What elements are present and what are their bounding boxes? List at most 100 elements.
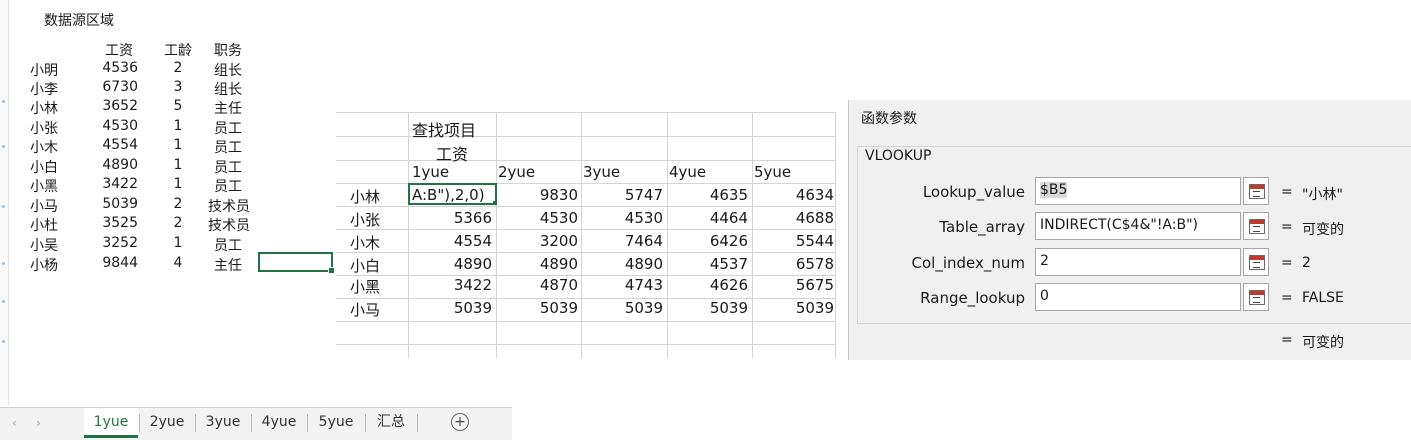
lookup-cell[interactable]: 5544 xyxy=(756,232,834,250)
month-header[interactable]: 5yue xyxy=(754,163,791,181)
source-role[interactable]: 主任 xyxy=(214,98,242,118)
next-sheet-icon[interactable]: › xyxy=(36,416,41,430)
source-salary[interactable]: 4554 xyxy=(96,137,138,153)
source-name[interactable]: 小木 xyxy=(30,137,58,157)
lookup-cell[interactable]: 4890 xyxy=(500,255,578,273)
source-name[interactable]: 小吴 xyxy=(30,235,58,255)
source-salary[interactable]: 4530 xyxy=(96,118,138,134)
lookup-row-name[interactable]: 小马 xyxy=(350,299,380,320)
month-header[interactable]: 1yue xyxy=(412,163,449,181)
source-name[interactable]: 小明 xyxy=(30,60,58,80)
lookup-cell[interactable]: 4537 xyxy=(670,255,748,273)
fill-handle[interactable] xyxy=(492,200,495,203)
lookup-cell[interactable]: 4464 xyxy=(670,209,748,227)
source-salary[interactable]: 4536 xyxy=(96,60,138,76)
source-role[interactable]: 员工 xyxy=(214,137,242,157)
source-salary[interactable]: 3252 xyxy=(96,235,138,251)
lookup-row-name[interactable]: 小木 xyxy=(350,232,380,253)
lookup-cell[interactable]: 5039 xyxy=(670,299,748,317)
tab-summary[interactable]: 汇总 xyxy=(366,408,416,437)
lookup-cell[interactable]: 4743 xyxy=(585,276,663,294)
lookup-cell[interactable]: 5675 xyxy=(756,276,834,294)
lookup-cell[interactable]: 4890 xyxy=(585,255,663,273)
lookup-cell[interactable]: 4634 xyxy=(756,186,834,204)
source-role[interactable]: 员工 xyxy=(214,176,242,196)
collapse-dialog-button[interactable] xyxy=(1243,177,1269,205)
lookup-cell[interactable]: 6578 xyxy=(756,255,834,273)
lookup-row-name[interactable]: 小林 xyxy=(350,186,380,207)
source-years[interactable]: 2 xyxy=(168,196,188,212)
tab-2yue[interactable]: 2yue xyxy=(140,408,194,437)
source-years[interactable]: 5 xyxy=(168,98,188,114)
source-role[interactable]: 员工 xyxy=(214,157,242,177)
source-years[interactable]: 1 xyxy=(168,118,188,134)
lookup-cell[interactable]: 4626 xyxy=(670,276,748,294)
lookup-cell[interactable]: 4688 xyxy=(756,209,834,227)
source-name[interactable]: 小张 xyxy=(30,118,58,138)
source-salary[interactable]: 4890 xyxy=(96,157,138,173)
lookup-label-line2[interactable]: 工资 xyxy=(436,141,468,165)
lookup-cell[interactable]: 4870 xyxy=(500,276,578,294)
lookup-cell[interactable]: 7464 xyxy=(585,232,663,250)
lookup-cell[interactable]: 5039 xyxy=(756,299,834,317)
lookup-cell[interactable]: 4554 xyxy=(414,232,492,250)
add-sheet-button[interactable]: + xyxy=(451,413,469,431)
source-name[interactable]: 小林 xyxy=(30,98,58,118)
lookup-cell[interactable]: 5747 xyxy=(585,186,663,204)
source-name[interactable]: 小杨 xyxy=(30,255,58,275)
lookup-cell[interactable]: 4635 xyxy=(670,186,748,204)
source-years[interactable]: 2 xyxy=(168,60,188,76)
active-cell-formula[interactable]: A:B"),2,0) xyxy=(408,183,497,205)
source-salary[interactable]: 9844 xyxy=(96,255,138,271)
source-salary[interactable]: 3422 xyxy=(96,176,138,192)
source-name[interactable]: 小白 xyxy=(30,157,58,177)
lookup-cell[interactable]: 5039 xyxy=(414,299,492,317)
source-years[interactable]: 1 xyxy=(168,137,188,153)
source-years[interactable]: 1 xyxy=(168,157,188,173)
source-name[interactable]: 小李 xyxy=(30,79,58,99)
range-lookup-input[interactable]: 0 xyxy=(1035,283,1241,311)
prev-sheet-icon[interactable]: ‹ xyxy=(12,416,17,430)
source-years[interactable]: 3 xyxy=(168,79,188,95)
lookup-row-name[interactable]: 小黑 xyxy=(350,276,380,297)
lookup-label-line1[interactable]: 查找项目 xyxy=(412,117,476,141)
source-role[interactable]: 技术员 xyxy=(208,215,250,235)
source-name[interactable]: 小黑 xyxy=(30,176,58,196)
lookup-cell[interactable]: 4890 xyxy=(414,255,492,273)
lookup-cell[interactable]: 9830 xyxy=(500,186,578,204)
source-salary[interactable]: 5039 xyxy=(96,196,138,212)
source-salary[interactable]: 3652 xyxy=(96,98,138,114)
month-header[interactable]: 4yue xyxy=(669,163,706,181)
lookup-cell[interactable]: 6426 xyxy=(670,232,748,250)
lookup-cell[interactable]: 5039 xyxy=(500,299,578,317)
lookup-value-input[interactable]: $B5 xyxy=(1035,177,1241,205)
lookup-cell[interactable]: 3200 xyxy=(500,232,578,250)
source-role[interactable]: 组长 xyxy=(214,79,242,99)
source-years[interactable]: 2 xyxy=(168,215,188,231)
lookup-cell[interactable]: 3422 xyxy=(414,276,492,294)
source-name[interactable]: 小马 xyxy=(30,196,58,216)
source-role[interactable]: 员工 xyxy=(214,118,242,138)
lookup-cell[interactable]: 4530 xyxy=(585,209,663,227)
lookup-row-name[interactable]: 小白 xyxy=(350,255,380,276)
fill-handle[interactable] xyxy=(328,267,335,274)
tab-4yue[interactable]: 4yue xyxy=(252,408,306,437)
tab-3yue[interactable]: 3yue xyxy=(196,408,250,437)
source-role[interactable]: 员工 xyxy=(214,235,242,255)
source-salary[interactable]: 3525 xyxy=(96,215,138,231)
lookup-cell[interactable]: 4530 xyxy=(500,209,578,227)
source-years[interactable]: 4 xyxy=(168,255,188,271)
source-years[interactable]: 1 xyxy=(168,176,188,192)
month-header[interactable]: 2yue xyxy=(498,163,535,181)
lookup-row-name[interactable]: 小张 xyxy=(350,209,380,230)
source-salary[interactable]: 6730 xyxy=(96,79,138,95)
source-years[interactable]: 1 xyxy=(168,235,188,251)
tab-1yue[interactable]: 1yue xyxy=(84,408,138,438)
lookup-cell[interactable]: 5039 xyxy=(585,299,663,317)
collapse-dialog-button[interactable] xyxy=(1243,248,1269,276)
col-index-num-input[interactable]: 2 xyxy=(1035,248,1241,276)
table-array-input[interactable]: INDIRECT(C$4&"!A:B") xyxy=(1035,212,1241,240)
lookup-cell[interactable]: 5366 xyxy=(414,209,492,227)
selected-cell-outline[interactable] xyxy=(258,252,335,274)
source-role[interactable]: 主任 xyxy=(214,255,242,275)
